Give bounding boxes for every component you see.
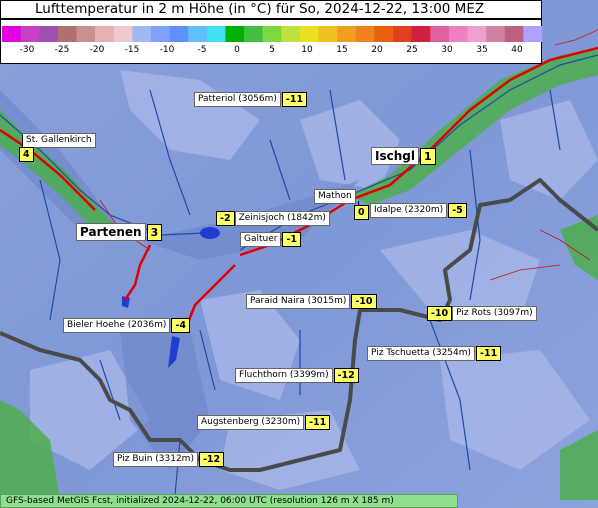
legend-swatch xyxy=(523,26,542,42)
location-marker[interactable]: 0 xyxy=(353,205,369,220)
legend-swatch xyxy=(244,26,264,42)
location-name: Patteriol (3056m) xyxy=(194,92,281,107)
location-name: Bieler Hoehe (2036m) xyxy=(63,318,171,333)
legend-swatch xyxy=(467,26,487,42)
legend-swatch xyxy=(355,26,375,42)
location-label[interactable]: Galtuer -1 xyxy=(240,232,302,247)
location-label[interactable]: Partenen 3 xyxy=(76,223,163,241)
legend-color-scale xyxy=(2,26,542,42)
legend-swatch xyxy=(39,26,59,42)
zeinis-lake xyxy=(200,227,220,239)
temperature-value: -5 xyxy=(448,203,467,218)
legend-swatch xyxy=(57,26,77,42)
temperature-value: -10 xyxy=(351,294,377,309)
location-name: Galtuer xyxy=(240,232,282,247)
legend-swatch xyxy=(132,26,152,42)
location-label[interactable]: Bieler Hoehe (2036m) -4 xyxy=(63,318,190,333)
temperature-value: -11 xyxy=(281,92,308,107)
location-name: Piz Tschuetta (3254m) xyxy=(367,346,476,361)
location-label[interactable]: Augstenberg (3230m) -11 xyxy=(197,415,331,430)
temperature-value: -10 xyxy=(427,306,453,321)
legend-swatch xyxy=(225,26,245,42)
location-label[interactable]: Piz Buin (3312m) -12 xyxy=(113,452,225,467)
legend-tick: 35 xyxy=(476,45,488,55)
temperature-value: 0 xyxy=(354,205,369,220)
legend-tick: -20 xyxy=(89,45,105,55)
legend-tick: -25 xyxy=(54,45,70,55)
legend-tick: -5 xyxy=(197,45,207,55)
temperature-value: -4 xyxy=(171,318,190,333)
location-label[interactable]: Patteriol (3056m) -11 xyxy=(194,92,308,107)
location-name: Mathon xyxy=(314,189,356,204)
location-label[interactable]: Fluchthorn (3399m) -12 xyxy=(235,368,359,383)
location-label[interactable]: -10 Piz Rots (3097m) xyxy=(426,306,537,321)
location-label[interactable]: Paraid Naira (3015m) -10 xyxy=(246,294,377,309)
legend-tick: -15 xyxy=(124,45,140,55)
location-name: Fluchthorn (3399m) xyxy=(235,368,333,383)
map-title: Lufttemperatur in 2 m Höhe (in °C) für S… xyxy=(0,0,542,19)
legend-swatch xyxy=(299,26,320,42)
legend-tick: 0 xyxy=(234,45,240,55)
location-label[interactable]: Mathon xyxy=(314,189,356,204)
legend-swatch xyxy=(393,26,413,42)
temperature-value: 1 xyxy=(419,147,436,165)
legend-tick: 10 xyxy=(301,45,313,55)
legend-swatch xyxy=(76,26,96,42)
map-view[interactable]: Lufttemperatur in 2 m Höhe (in °C) für S… xyxy=(0,0,598,508)
location-name: Partenen xyxy=(76,223,146,241)
temperature-value: 3 xyxy=(146,223,163,241)
legend-swatch xyxy=(206,26,226,42)
location-label[interactable]: Idalpe (2320m) -5 xyxy=(370,203,467,218)
legend-swatch xyxy=(411,26,431,42)
location-name: Idalpe (2320m) xyxy=(370,203,448,218)
location-name: Augstenberg (3230m) xyxy=(197,415,305,430)
legend-tick: 30 xyxy=(441,45,453,55)
legend-tick: 20 xyxy=(371,45,383,55)
temperature-legend: -30 -25 -20 -15 -10 -5 0 5 10 15 20 25 3… xyxy=(0,19,542,64)
location-label[interactable]: St. Gallenkirch xyxy=(22,133,96,148)
legend-tick: -10 xyxy=(159,45,175,55)
legend-tick: -30 xyxy=(19,45,35,55)
legend-swatch xyxy=(188,26,208,42)
legend-swatch xyxy=(337,26,357,42)
legend-swatch xyxy=(113,26,133,42)
terrain-map xyxy=(0,0,598,508)
legend-swatch xyxy=(486,26,506,42)
temperature-value: -12 xyxy=(333,368,359,383)
temperature-value: -12 xyxy=(198,452,225,467)
legend-tick: 25 xyxy=(406,45,418,55)
location-name: Piz Rots (3097m) xyxy=(452,306,537,321)
location-name: Piz Buin (3312m) xyxy=(113,452,198,467)
location-label[interactable]: Ischgl 1 xyxy=(371,147,436,165)
temperature-value: -1 xyxy=(282,232,302,247)
legend-swatch xyxy=(150,26,171,42)
legend-swatch xyxy=(504,26,524,42)
location-name: Ischgl xyxy=(371,147,419,165)
legend-tick: 5 xyxy=(269,45,275,55)
temperature-value: -11 xyxy=(476,346,502,361)
legend-swatch xyxy=(20,26,40,42)
legend-swatch xyxy=(281,26,301,42)
temperature-value: 4 xyxy=(19,147,34,162)
legend-swatch xyxy=(374,26,394,42)
location-label[interactable]: Piz Tschuetta (3254m) -11 xyxy=(367,346,502,361)
temperature-value: -11 xyxy=(305,415,331,430)
legend-swatch xyxy=(448,26,469,42)
forecast-footer: GFS-based MetGIS Fcst, initialized 2024-… xyxy=(0,494,458,508)
location-name: Paraid Naira (3015m) xyxy=(246,294,351,309)
legend-swatch xyxy=(169,26,189,42)
location-name: St. Gallenkirch xyxy=(22,133,96,148)
legend-tick: 15 xyxy=(336,45,348,55)
location-label[interactable]: -2 Zeinisjoch (1842m) xyxy=(215,211,330,226)
legend-tick: 40 xyxy=(511,45,523,55)
legend-swatch xyxy=(430,26,450,42)
legend-swatch xyxy=(95,26,115,42)
legend-swatch xyxy=(318,26,338,42)
location-marker[interactable]: 4 xyxy=(18,147,34,162)
legend-swatch xyxy=(262,26,282,42)
legend-swatch xyxy=(2,26,22,42)
temperature-value: -2 xyxy=(216,211,235,226)
location-name: Zeinisjoch (1842m) xyxy=(234,211,330,226)
